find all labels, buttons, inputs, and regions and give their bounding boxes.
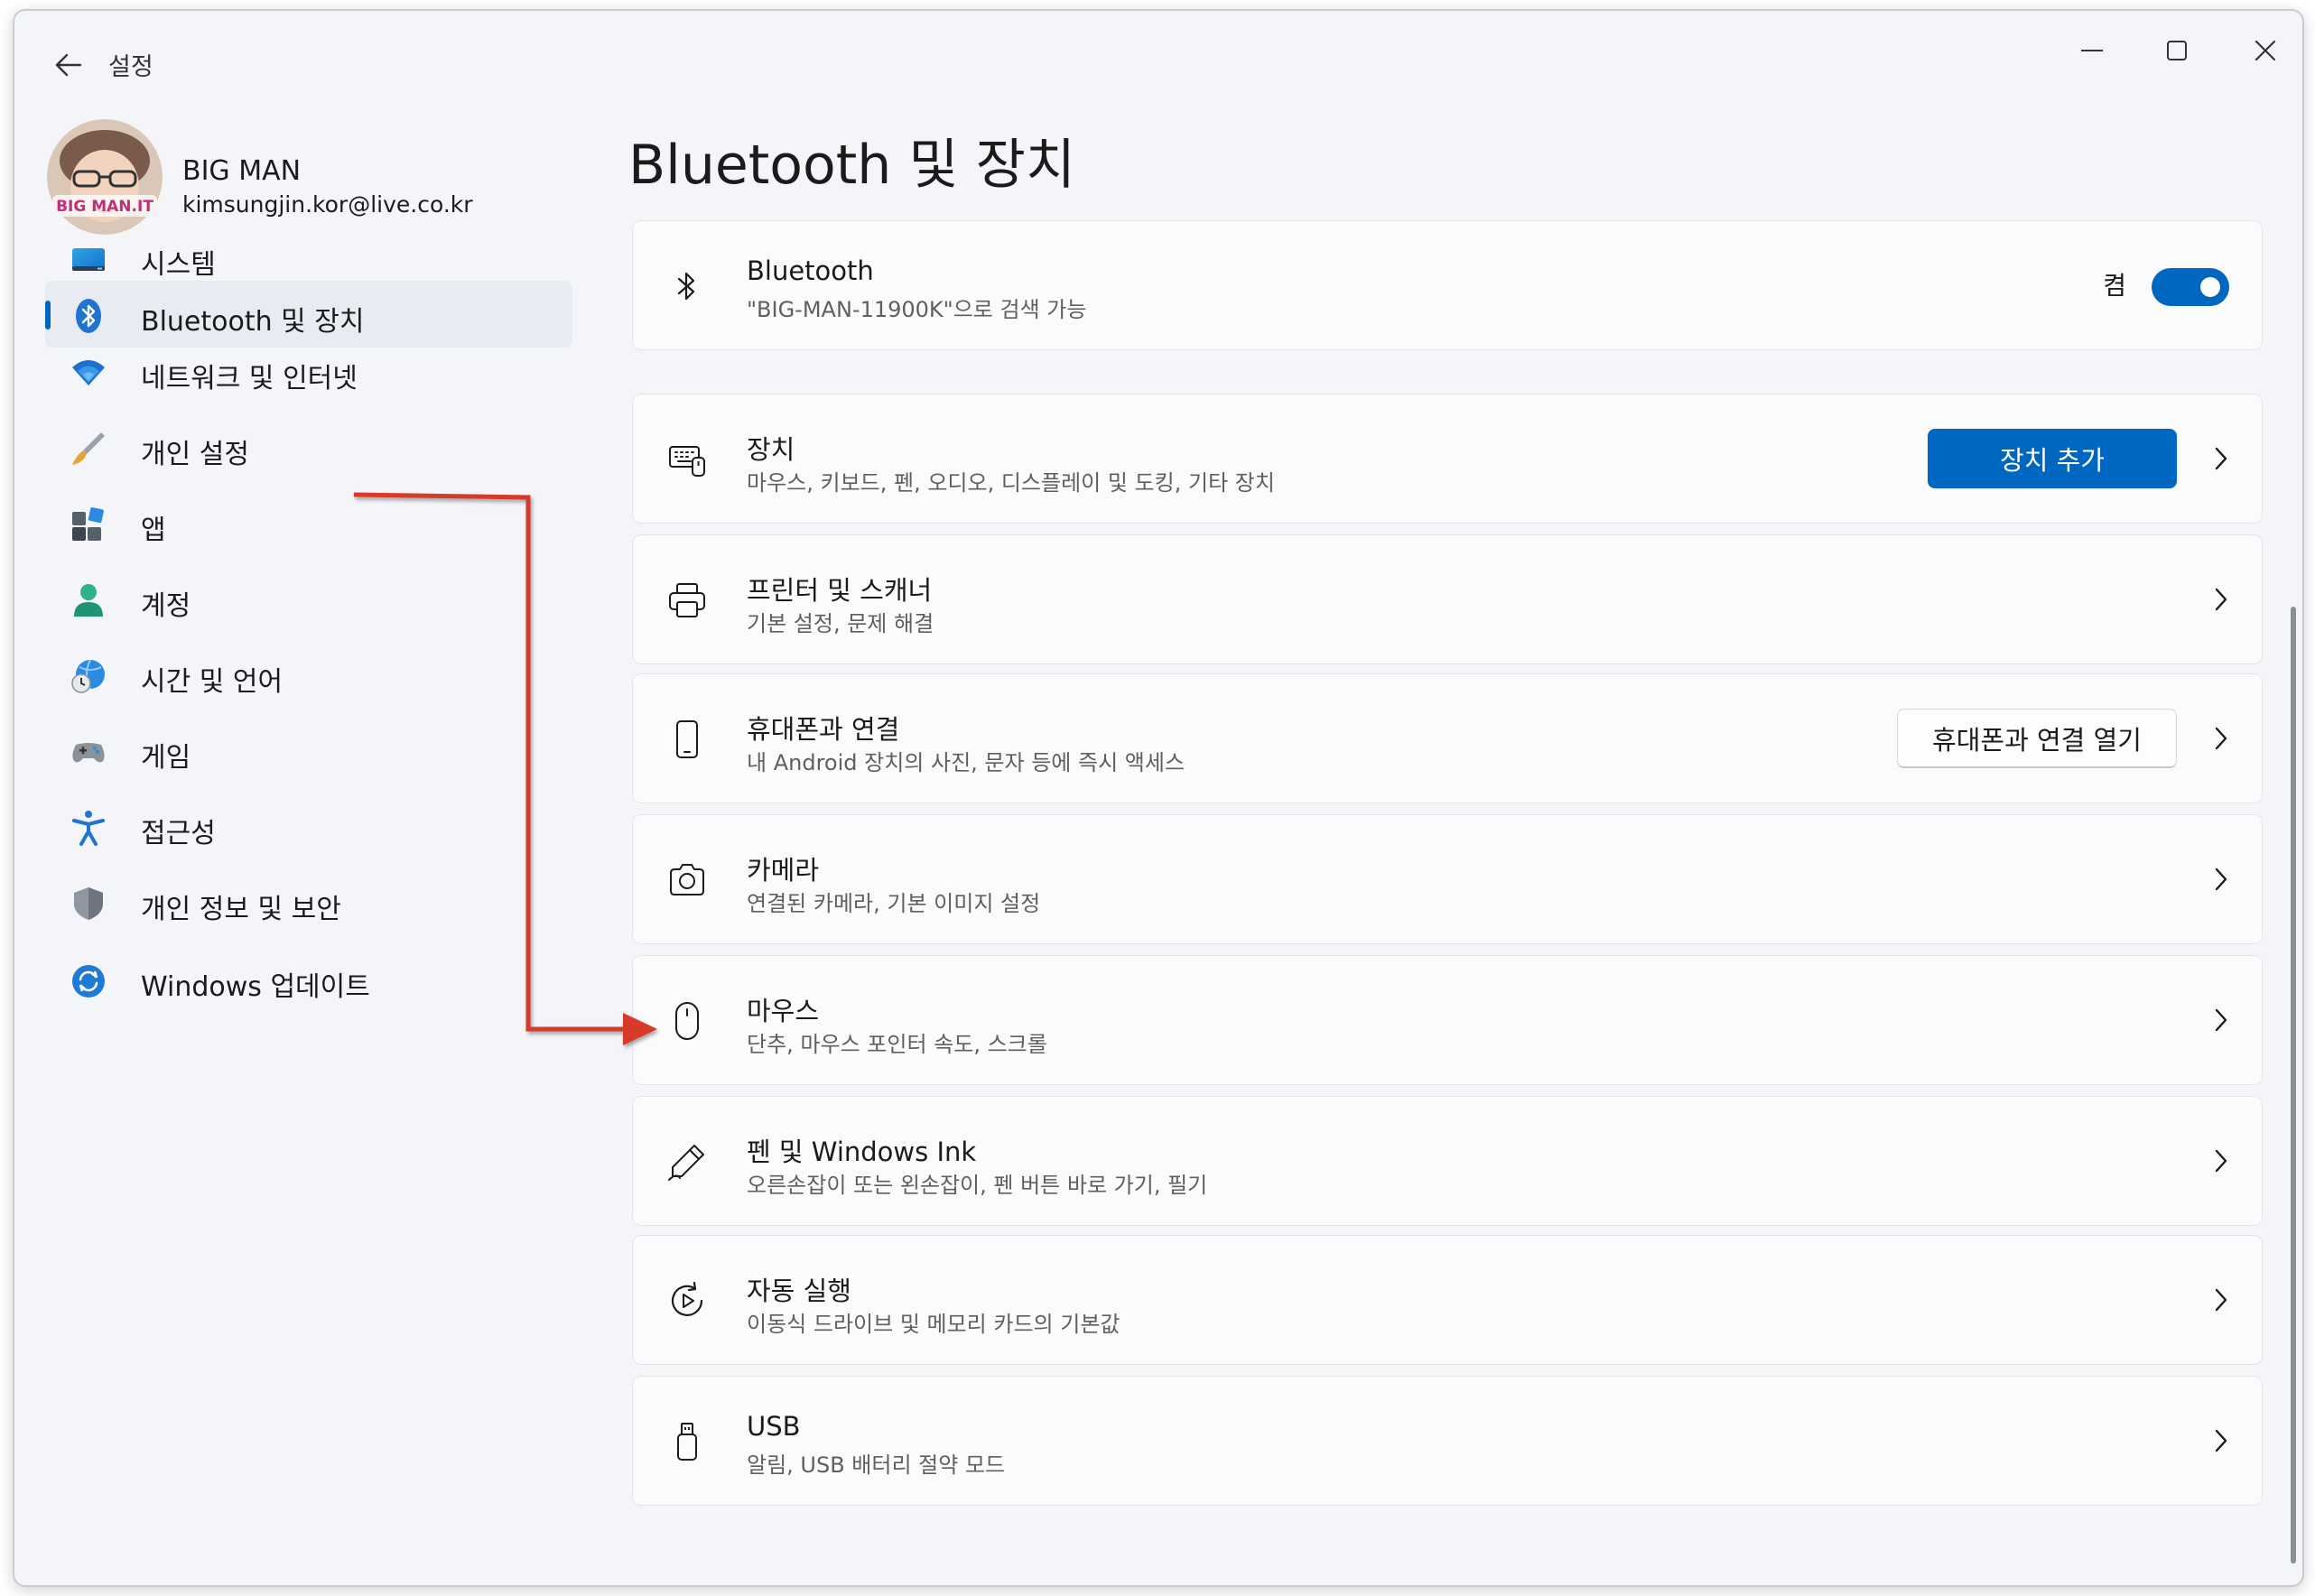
minimize-icon [2081,50,2103,51]
settings-window: 설정 BIG MAN.IT BIG MAN kimsungjin.kor@liv… [13,9,2304,1587]
bluetooth-toggle[interactable] [2152,268,2229,306]
back-button[interactable] [42,38,96,92]
sidebar-item-time-language[interactable]: 시간 및 언어 [45,641,572,708]
chevron-right-icon [2215,868,2227,891]
avatar[interactable]: BIG MAN.IT [47,119,163,235]
sidebar-item-windows-update[interactable]: Windows 업데이트 [45,946,572,1013]
bluetooth-icon [76,299,101,333]
sidebar-item-label: 시스템 [141,249,216,281]
user-email: kimsungjin.kor@live.co.kr [182,191,473,218]
toggle-knob [2200,277,2220,297]
sidebar-item-label: 앱 [141,515,166,546]
title-bar: 설정 [14,11,2302,101]
sidebar-item-label: Bluetooth 및 장치 [141,306,365,338]
sidebar-item-personalization[interactable]: 개인 설정 [45,413,572,480]
shield-icon [74,887,103,920]
maximize-button[interactable] [2136,23,2217,78]
card-title: 프린터 및 스캐너 [747,575,933,606]
accessibility-icon [72,811,105,846]
sidebar-item-gaming[interactable]: 게임 [45,717,572,784]
sidebar-item-label: 접근성 [141,818,216,849]
card-title: 장치 [747,434,795,465]
chevron-right-icon [2215,447,2227,470]
autoplay-card[interactable]: 자동 실행 이동식 드라이브 및 메모리 카드의 기본값 [632,1235,2263,1365]
card-subtitle: 이동식 드라이브 및 메모리 카드의 기본값 [747,1312,1120,1337]
card-subtitle: 기본 설정, 문제 해결 [747,611,934,636]
chevron-right-icon [2215,727,2227,750]
scrollbar[interactable] [2291,607,2296,1564]
globe-clock-icon [71,659,105,693]
card-title: 휴대폰과 연결 [747,714,900,745]
wifi-icon [72,360,105,385]
maximize-icon [2167,41,2187,60]
sidebar-item-label: 계정 [141,590,191,622]
card-title: 자동 실행 [747,1276,851,1306]
card-subtitle: "BIG-MAN-11900K"으로 검색 가능 [747,297,1087,322]
avatar-text: BIG MAN.IT [56,198,153,216]
gamepad-icon [72,743,105,763]
printer-icon [669,583,705,617]
sidebar-item-privacy-security[interactable]: 개인 정보 및 보안 [45,868,572,935]
close-icon [2255,40,2276,61]
pen-windows-ink-card[interactable]: 펜 및 Windows Ink 오른손잡이 또는 왼손잡이, 펜 버튼 바로 가… [632,1096,2263,1226]
usb-card[interactable]: USB 알림, USB 배터리 절약 모드 [632,1376,2263,1506]
sidebar-item-label: 게임 [141,742,191,774]
bluetooth-card: Bluetooth "BIG-MAN-11900K"으로 검색 가능 켬 [632,220,2263,350]
devices-icon [669,446,705,477]
camera-icon [670,864,704,895]
toggle-state-label: 켬 [2103,271,2126,301]
selection-indicator [45,301,51,329]
usb-icon [677,1423,697,1461]
card-subtitle: 내 Android 장치의 사진, 문자 등에 즉시 액세스 [747,750,1185,775]
mouse-card[interactable]: 마우스 단추, 마우스 포인터 속도, 스크롤 [632,955,2263,1085]
brush-icon [72,432,105,465]
card-subtitle: 오른손잡이 또는 왼손잡이, 펜 버튼 바로 가기, 필기 [747,1173,1208,1198]
sidebar-item-accounts[interactable]: 계정 [45,565,572,632]
card-title: Bluetooth [747,255,874,286]
open-phone-link-button[interactable]: 휴대폰과 연결 열기 [1897,709,2177,768]
add-device-button[interactable]: 장치 추가 [1928,429,2177,488]
app-title: 설정 [108,53,153,81]
card-title: USB [747,1411,801,1442]
card-subtitle: 연결된 카메라, 기본 이미지 설정 [747,891,1041,916]
account-icon [74,584,103,617]
back-arrow-icon [55,53,82,77]
card-subtitle: 알림, USB 배터리 절약 모드 [747,1452,1006,1478]
user-name: BIG MAN [182,155,302,187]
avatar-image: BIG MAN.IT [47,119,163,235]
sidebar-item-label: Windows 업데이트 [141,971,370,1003]
card-subtitle: 단추, 마우스 포인터 속도, 스크롤 [747,1032,1047,1057]
sidebar-item-accessibility[interactable]: 접근성 [45,793,572,859]
sidebar-item-network[interactable]: 네트워크 및 인터넷 [45,338,572,404]
apps-icon [72,507,104,541]
chevron-right-icon [2215,1429,2227,1452]
camera-card[interactable]: 카메라 연결된 카메라, 기본 이미지 설정 [632,814,2263,944]
sidebar-item-label: 네트워크 및 인터넷 [141,363,358,394]
card-title: 마우스 [747,996,820,1026]
chevron-right-icon [2215,588,2227,611]
update-icon [72,965,105,998]
card-title: 펜 및 Windows Ink [747,1137,977,1167]
mouse-icon [675,1002,699,1040]
sidebar-item-label: 개인 정보 및 보안 [141,894,341,925]
chevron-right-icon [2215,1008,2227,1032]
chevron-right-icon [2215,1149,2227,1173]
sidebar-item-apps[interactable]: 앱 [45,489,572,556]
autoplay-icon [671,1281,703,1316]
chevron-right-icon [2215,1288,2227,1312]
sidebar-item-label: 개인 설정 [141,439,249,470]
card-title: 카메라 [747,855,820,886]
printers-scanners-card[interactable]: 프린터 및 스캐너 기본 설정, 문제 해결 [632,534,2263,664]
card-subtitle: 마우스, 키보드, 펜, 오디오, 디스플레이 및 도킹, 기타 장치 [747,470,1275,496]
page-title: Bluetooth 및 장치 [628,134,1076,197]
sidebar-item-label: 시간 및 언어 [141,666,284,698]
pen-icon [668,1145,704,1181]
minimize-button[interactable] [2051,23,2133,78]
devices-card[interactable]: 장치 마우스, 키보드, 펜, 오디오, 디스플레이 및 도킹, 기타 장치 장… [632,394,2263,524]
system-icon [72,248,105,271]
close-button[interactable] [2225,23,2302,78]
phone-icon [676,720,698,758]
bluetooth-icon [677,272,695,301]
phone-link-card[interactable]: 휴대폰과 연결 내 Android 장치의 사진, 문자 등에 즉시 액세스 휴… [632,673,2263,803]
